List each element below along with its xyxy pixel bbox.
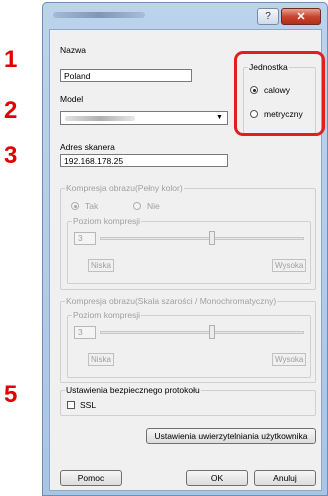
help-icon[interactable]: ?: [257, 8, 279, 25]
radio-selected-icon: [71, 202, 79, 210]
ok-button[interactable]: OK: [186, 470, 248, 486]
window-title: [53, 12, 145, 18]
ssl-label: SSL: [80, 400, 97, 410]
color-level-value[interactable]: 3: [74, 232, 96, 245]
scanner-address-field[interactable]: 192.168.178.25: [60, 154, 228, 167]
gray-level-min-label: Niska: [88, 353, 115, 366]
help-button[interactable]: Pomoc: [60, 470, 122, 486]
ssl-checkbox[interactable]: SSL: [67, 400, 96, 410]
color-level-title: Poziom kompresji: [72, 216, 142, 226]
security-group-title: Ustawienia bezpiecznego protokołu: [65, 385, 201, 395]
model-select[interactable]: ▼: [60, 111, 228, 125]
scanner-address-label: Adres skanera: [60, 142, 115, 152]
callout-1: 1: [4, 46, 18, 73]
color-compression-group: Kompresja obrazu(Pełny kolor) Tak Nie Po…: [60, 183, 316, 290]
callout-3: 3: [4, 142, 18, 169]
gray-compression-group: Kompresja obrazu(Skala szarości / Monoch…: [60, 296, 316, 383]
name-label: Nazwa: [60, 45, 86, 55]
color-level-track[interactable]: [100, 237, 304, 240]
compression-radio-yes[interactable]: Tak: [71, 201, 98, 211]
callout-2: 2: [4, 97, 18, 124]
gray-level-track[interactable]: [100, 331, 304, 334]
close-icon[interactable]: ✕: [281, 8, 321, 25]
security-group: Ustawienia bezpiecznego protokołu SSL: [60, 385, 316, 416]
color-compression-title: Kompresja obrazu(Pełny kolor): [65, 183, 184, 193]
callout-5: 5: [4, 381, 18, 408]
color-level-max-label: Wysoka: [272, 259, 307, 272]
compression-radio-yes-label: Tak: [85, 201, 99, 211]
radio-unselected-icon: [133, 202, 141, 210]
name-field[interactable]: Poland: [60, 69, 192, 82]
cancel-button[interactable]: Anuluj: [254, 470, 316, 486]
model-label: Model: [60, 94, 84, 104]
compression-radio-no-label: Nie: [147, 201, 160, 211]
gray-level-title: Poziom kompresji: [72, 310, 142, 320]
model-value: [65, 116, 135, 121]
chevron-down-icon[interactable]: ▼: [214, 113, 225, 123]
color-level-min-label: Niska: [88, 259, 115, 272]
checkbox-icon: [67, 401, 75, 409]
compression-radio-no[interactable]: Nie: [133, 201, 160, 211]
gray-level-value[interactable]: 3: [74, 326, 96, 339]
user-auth-settings-button[interactable]: Ustawienia uwierzytelniania użytkownika: [146, 428, 316, 444]
gray-compression-title: Kompresja obrazu(Skala szarości / Monoch…: [65, 296, 278, 306]
color-level-slider-thumb[interactable]: [209, 231, 216, 245]
color-level-group: Poziom kompresji 3 Niska Wysoka: [67, 216, 311, 284]
unit-highlight-box: [234, 51, 325, 136]
title-bar: ? ✕: [43, 3, 327, 29]
gray-level-max-label: Wysoka: [272, 353, 307, 366]
gray-level-group: Poziom kompresji 3 Niska Wysoka: [67, 310, 311, 378]
gray-level-slider-thumb[interactable]: [209, 325, 216, 339]
